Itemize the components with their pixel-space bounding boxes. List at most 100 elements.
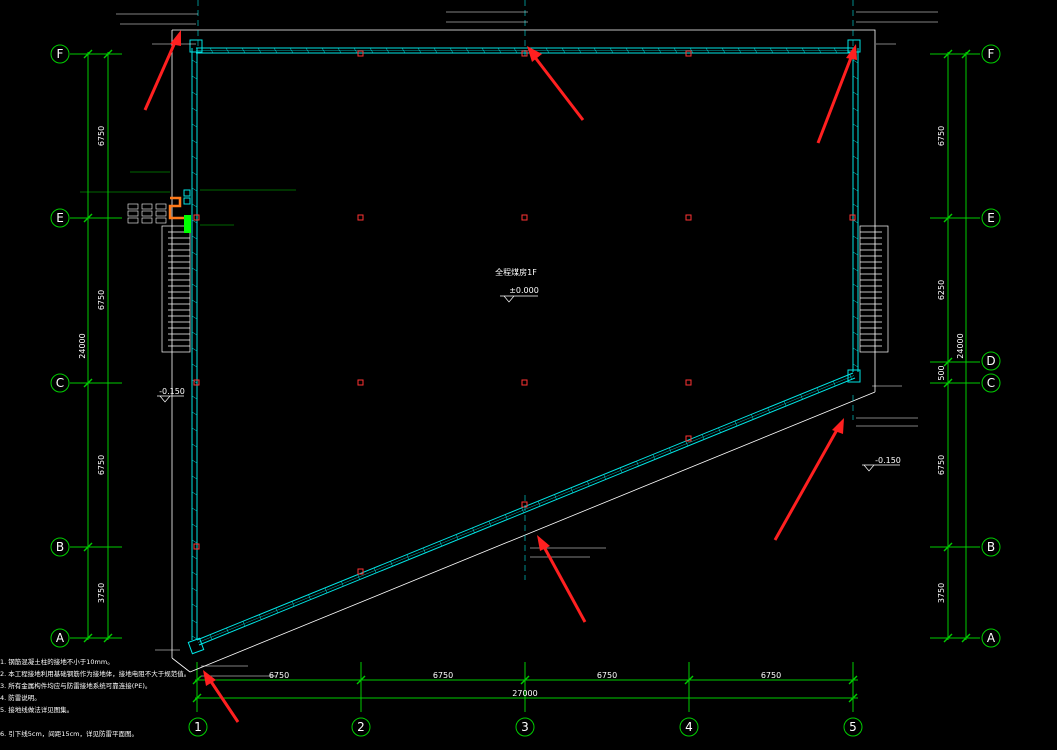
dim-left-3: 6750 [97,455,106,475]
wall-hatch-tick [852,91,859,96]
wall-hatch-tick [406,554,410,560]
axis-label-col-3: 3 [521,720,529,734]
wall-hatch-tick [191,267,198,272]
wall-hatch-tick [521,507,524,513]
red-pointer-arrow-icon [143,30,181,111]
wall-hatch-tick [852,155,859,160]
axis-bubble-icon: D [981,351,1001,371]
axis-bubble-icon: F [50,44,70,64]
wall-hatch-tick [390,561,393,567]
wall-hatch-tick [308,594,311,600]
wall-hatch-tick [242,621,246,627]
wall-hatch-tick [373,567,377,574]
note-line-4: 4. 防雷说明。 [0,693,41,702]
wall-hatch-tick [226,627,229,634]
axis-label-col-4: 4 [685,720,693,734]
wall-hatch-tick [191,459,198,464]
wall-hatch-tick [852,363,859,368]
wall-hatch-tick [783,400,787,407]
axis-bubble-icon: 2 [351,717,371,737]
wall-hatch-tick [357,574,360,580]
wall-hatch-tick [191,203,198,208]
dim-left-2: 6750 [97,290,106,310]
axis-label-left-B: B [56,540,64,554]
axis-label-left-C: C [56,376,64,390]
wall-hatch-tick [209,634,213,640]
wall-hatch-tick [603,474,606,480]
axis-label-right-A: A [987,631,996,645]
wall-hatch-tick [191,299,198,304]
elevation-right: -0.150 [875,456,901,465]
left-steps [161,225,191,353]
wall-hatch-tick [472,527,475,533]
wall-hatch-tick [852,187,859,192]
wall-hatch-tick [191,107,198,112]
wall-hatch-tick [191,91,198,96]
red-pointer-arrow-icon [816,44,857,144]
wall-hatch-tick [636,461,639,467]
axis-bubble-icon: E [981,208,1001,228]
wall-hatch-tick [259,614,262,620]
wall-hatch-tick [734,420,738,427]
wall-hatch-tick [191,603,198,608]
dim-right-1: 6750 [937,126,946,146]
wall-hatch-tick [852,299,859,304]
elevation-marks [157,295,900,472]
wall-hatch-tick [191,411,198,416]
wall-hatch-tick [587,481,590,487]
red-pointer-arrow-icon [773,418,844,541]
dim-left-total: 24000 [78,333,87,358]
wall-hatch-tick [455,534,459,540]
dim-right-total: 24000 [956,333,965,358]
wall-hatch-tick [767,407,770,413]
wall-hatch-tick [191,491,198,496]
wall-hatch-tick [324,587,328,594]
dim-right-4: 6750 [937,455,946,475]
axis-label-left-A: A [56,631,65,645]
building-outline [171,29,876,673]
wall-hatch-tick [570,487,574,493]
wall-hatch-tick [852,59,859,64]
wall-hatch-tick [191,395,198,400]
wall-hatch-tick [191,123,198,128]
column-markers [193,50,856,575]
wall-hatch-tick [191,427,198,432]
column-axis-bubbles: 1 2 3 4 5 [188,717,863,737]
note-line-2: 2. 本工程接地利用基础钢筋作为接地体，接地电阻不大于规范值。 [0,669,190,678]
elevation-left: -0.150 [159,387,185,396]
dim-right-5: 3750 [937,583,946,603]
wall-hatch-tick [191,171,198,176]
axis-label-col-1: 1 [194,720,202,734]
wall-hatch-tick [537,501,541,507]
row-axis-bubbles-right: F E D C B A [981,44,1001,648]
dimension-lines [70,49,980,712]
wall-hatch-tick [852,75,859,80]
wall-hatch-tick [800,394,803,400]
dim-bottom-1: 6750 [269,671,289,680]
wall-hatch-tick [191,315,198,320]
axis-label-col-5: 5 [849,720,857,734]
wall-hatch-tick [852,315,859,320]
wall-hatch-tick [191,187,198,192]
wall-hatch-tick [191,539,198,544]
wall-hatch-tick [341,581,344,587]
wall-hatch-tick [852,107,859,112]
axis-label-right-C: C [987,376,995,390]
wall-hatch-tick [191,331,198,336]
dimension-texts-right: 6750 6250 500 6750 3750 24000 [937,126,965,603]
wall-hatch-tick [191,251,198,256]
wall-hatch-tick [849,374,852,380]
wall-hatch-tick [191,59,198,64]
row-axis-bubbles-left: F E C B A [50,44,70,648]
wall-hatch-tick [685,440,688,447]
wall-hatch-tick [505,514,508,520]
room-labels: 全程煤房1F ±0.000 -0.150 -0.150 [159,267,901,465]
room-label: 全程煤房1F [495,267,537,277]
dim-bottom-3: 6750 [597,671,617,680]
wall-hatch-tick [751,414,754,420]
wall-hatch-tick [852,331,859,336]
axis-bubble-icon: 4 [679,717,699,737]
note-line-1: 1. 钢筋混凝土柱的接地不小于10mm。 [0,657,114,666]
wall-hatch-tick [619,467,623,473]
corner-columns [187,39,861,655]
